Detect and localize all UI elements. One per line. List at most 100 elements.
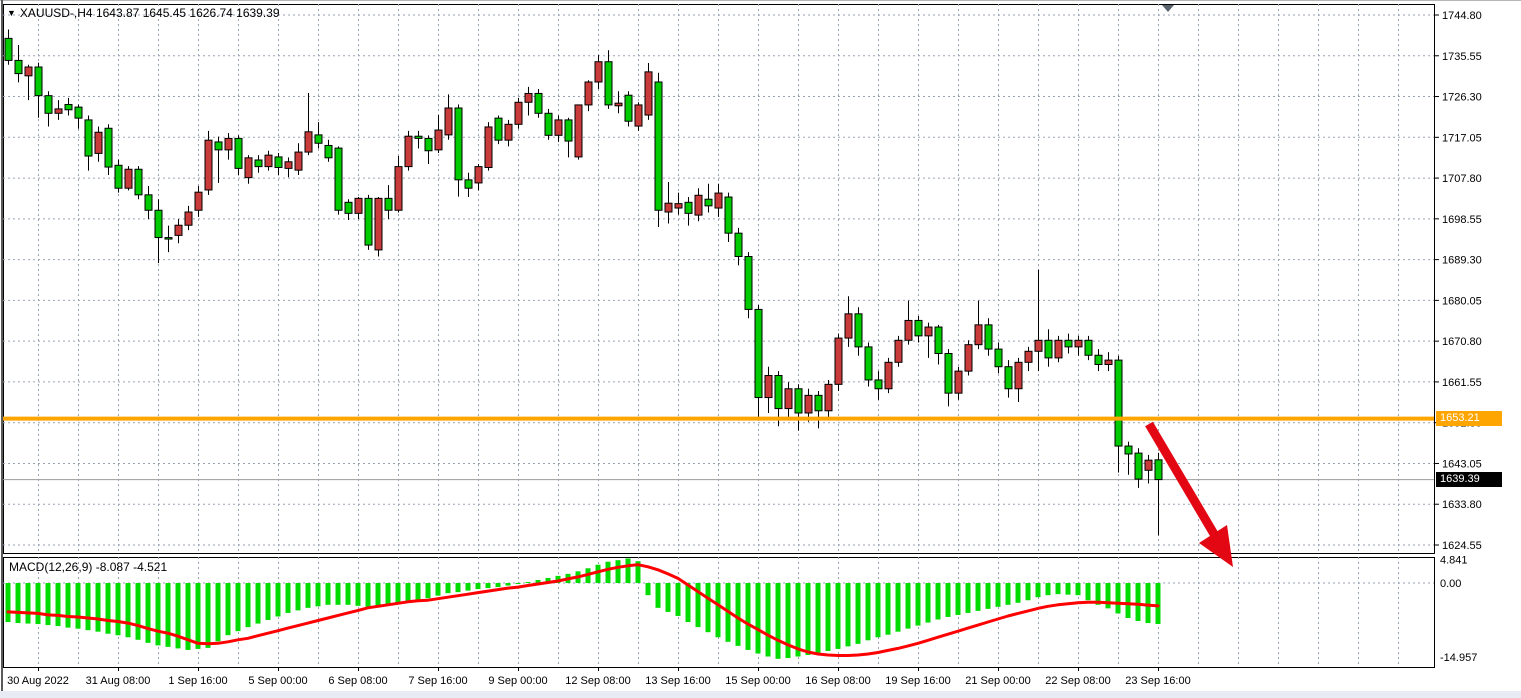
time-axis-label[interactable]: 15 Sep 00:00 xyxy=(725,675,790,687)
macd-histogram-bar xyxy=(206,583,211,648)
macd-histogram-bar xyxy=(136,583,141,640)
price-axis-label: 1717.05 xyxy=(1442,132,1482,144)
candle-body xyxy=(325,145,332,157)
time-axis-label[interactable]: 16 Sep 08:00 xyxy=(805,675,870,687)
macd-histogram-bar xyxy=(106,583,111,634)
macd-histogram-bar xyxy=(226,583,231,635)
candle-body xyxy=(425,138,432,150)
candle-body xyxy=(385,198,392,210)
macd-main-value: -8.087 xyxy=(96,560,130,574)
chart-canvas[interactable]: 1744.801735.551726.301717.051707.801698.… xyxy=(0,0,1521,698)
macd-histogram-bar xyxy=(916,583,921,626)
macd-histogram-bar xyxy=(886,583,891,635)
macd-histogram-bar xyxy=(816,583,821,653)
candle-body xyxy=(755,309,762,397)
macd-histogram-bar xyxy=(616,560,621,583)
candle-body xyxy=(405,136,412,166)
candle-body xyxy=(595,62,602,82)
candle-body xyxy=(135,169,142,195)
macd-histogram-bar xyxy=(6,583,11,622)
macd-histogram-bar xyxy=(666,583,671,612)
price-axis-label: 1744.80 xyxy=(1442,10,1482,22)
candle-body xyxy=(835,338,842,384)
price-axis-label: 1643.05 xyxy=(1442,458,1482,470)
macd-histogram-bar xyxy=(446,583,451,593)
macd-histogram-bar xyxy=(296,583,301,610)
candle-body xyxy=(635,105,642,126)
candle-body xyxy=(825,384,832,410)
candle-body xyxy=(855,314,862,347)
macd-histogram-bar xyxy=(146,583,151,643)
candle-body xyxy=(155,210,162,237)
candle-body xyxy=(95,132,102,153)
time-axis-label[interactable]: 22 Sep 08:00 xyxy=(1045,675,1110,687)
time-axis-label[interactable]: 7 Sep 16:00 xyxy=(408,675,467,687)
candle-body xyxy=(885,362,892,388)
macd-histogram-bar xyxy=(626,558,631,583)
macd-histogram-bar xyxy=(416,583,421,600)
candle-body xyxy=(145,195,152,210)
macd-histogram-bar xyxy=(216,583,221,641)
candle-body xyxy=(5,38,12,60)
macd-histogram-bar xyxy=(606,562,611,583)
candle-body xyxy=(665,203,672,212)
time-axis-label[interactable]: 12 Sep 08:00 xyxy=(565,675,630,687)
macd-histogram-bar xyxy=(436,583,441,596)
macd-histogram-bar xyxy=(176,583,181,648)
macd-histogram-bar xyxy=(766,583,771,657)
time-axis-label[interactable]: 19 Sep 16:00 xyxy=(885,675,950,687)
macd-histogram-bar xyxy=(486,583,491,588)
time-axis-label[interactable]: 31 Aug 08:00 xyxy=(86,675,151,687)
status-strip xyxy=(0,691,1521,698)
candle-body xyxy=(35,67,42,96)
time-axis-label[interactable]: 21 Sep 00:00 xyxy=(965,675,1030,687)
macd-histogram-bar xyxy=(356,583,361,606)
symbol-dropdown-icon[interactable]: ▼ xyxy=(7,8,16,18)
macd-histogram-bar xyxy=(196,583,201,649)
candle-body xyxy=(265,155,272,166)
time-axis-label[interactable]: 13 Sep 16:00 xyxy=(645,675,710,687)
candle-body xyxy=(615,103,622,106)
macd-histogram-bar xyxy=(366,583,371,607)
macd-axis-label: 4.841 xyxy=(1440,554,1468,566)
candle-body xyxy=(705,199,712,206)
candle-body xyxy=(1125,446,1132,454)
price-axis-label: 1633.80 xyxy=(1442,499,1482,511)
macd-histogram-bar xyxy=(506,583,511,586)
candle-body xyxy=(25,67,32,76)
candle-body xyxy=(485,127,492,168)
macd-histogram-bar xyxy=(1016,583,1021,603)
candle-body xyxy=(905,320,912,340)
candle-body xyxy=(165,238,172,240)
time-axis-label[interactable]: 23 Sep 16:00 xyxy=(1125,675,1190,687)
candle-body xyxy=(715,193,722,208)
macd-histogram-bar xyxy=(776,583,781,659)
macd-histogram-bar xyxy=(406,583,411,602)
time-axis-label[interactable]: 30 Aug 2022 xyxy=(7,675,69,687)
candle-body xyxy=(185,212,192,225)
macd-histogram-bar xyxy=(906,583,911,629)
macd-histogram-bar xyxy=(306,583,311,608)
macd-histogram-bar xyxy=(256,583,261,624)
hline-price-tag[interactable]: 1653.21 xyxy=(1436,411,1502,426)
candle-body xyxy=(375,198,382,250)
macd-histogram-bar xyxy=(746,583,751,650)
candle-body xyxy=(725,197,732,233)
time-axis-label[interactable]: 6 Sep 08:00 xyxy=(328,675,387,687)
macd-histogram-bar xyxy=(806,583,811,655)
time-axis-label[interactable]: 1 Sep 16:00 xyxy=(168,675,227,687)
time-axis-label[interactable]: 9 Sep 00:00 xyxy=(488,675,547,687)
candle-body xyxy=(365,198,372,245)
macd-histogram-bar xyxy=(426,583,431,598)
macd-histogram-bar xyxy=(346,583,351,605)
price-axis-label: 1689.30 xyxy=(1442,255,1482,267)
time-axis-label[interactable]: 5 Sep 00:00 xyxy=(248,675,307,687)
current-price-tag: 1639.39 xyxy=(1436,472,1502,487)
macd-histogram-bar xyxy=(896,583,901,632)
candle-body xyxy=(275,157,282,168)
candle-body xyxy=(295,152,302,170)
candle-body xyxy=(575,105,582,157)
macd-histogram-bar xyxy=(46,583,51,625)
macd-histogram-bar xyxy=(386,583,391,605)
macd-histogram-bar xyxy=(1026,583,1031,600)
